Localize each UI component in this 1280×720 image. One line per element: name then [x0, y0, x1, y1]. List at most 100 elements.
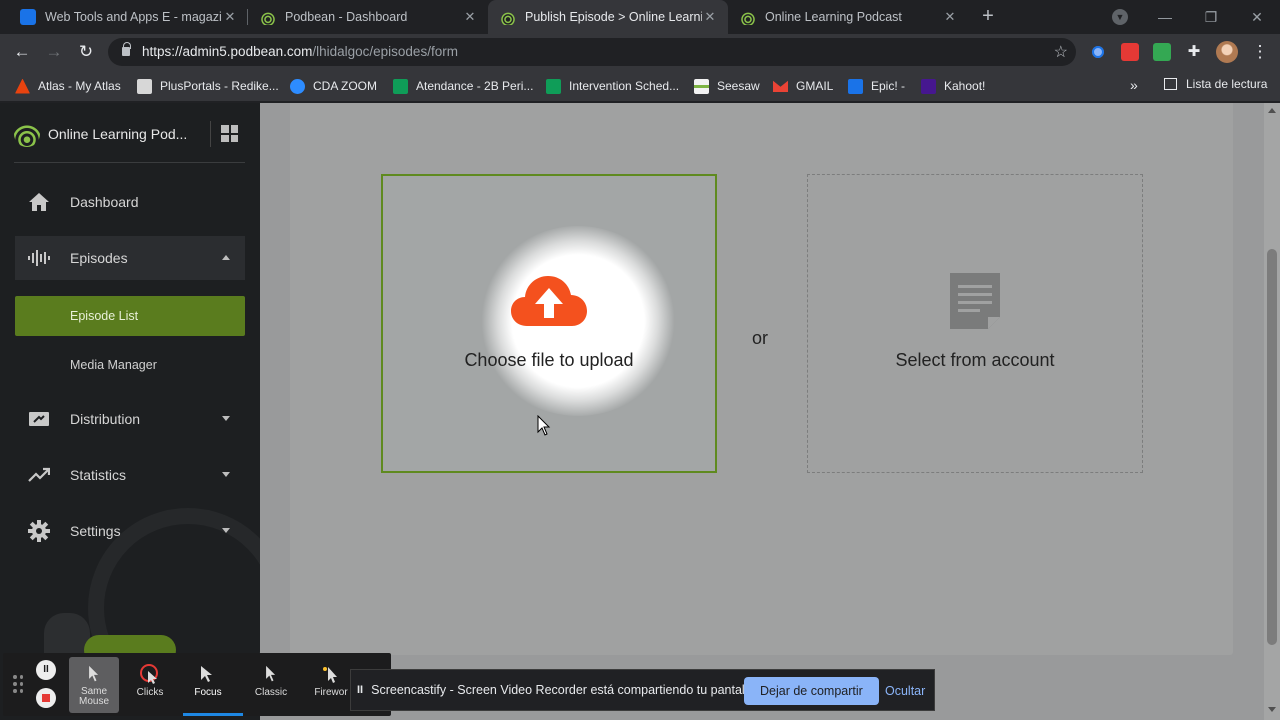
bookmarks-overflow-icon[interactable]: » [1130, 77, 1138, 93]
tab-title: Web Tools and Apps E - magazine [45, 10, 222, 24]
cursor-icon [69, 661, 119, 687]
bookmark-plusportals[interactable]: PlusPortals - Redike... [137, 77, 279, 95]
mouse-cursor-icon [537, 415, 551, 436]
pause-recording-button[interactable]: II [36, 660, 56, 680]
forward-icon[interactable]: → [43, 41, 65, 63]
seesaw-icon [694, 78, 709, 94]
webtools-icon [20, 9, 36, 25]
screencastify-toolbar: II Same Mouse Clicks Focus Classic Firew… [3, 653, 391, 716]
bookmark-atlas[interactable]: Atlas - My Atlas [15, 77, 121, 95]
tool-classic[interactable]: Classic [246, 657, 296, 713]
tab-online-learning-podcast[interactable]: Online Learning Podcast ✕ [728, 0, 968, 34]
avatar[interactable] [1216, 41, 1238, 63]
bookmark-epic[interactable]: Epic! - [848, 77, 905, 95]
sidebar-subitem-media-manager[interactable]: Media Manager [15, 345, 245, 385]
drag-handle-icon[interactable] [13, 675, 23, 693]
stop-sharing-button[interactable]: Dejar de compartir [744, 677, 879, 705]
bookmark-label: Atendance - 2B Peri... [416, 79, 534, 93]
tab-title: Publish Episode > Online Learning [525, 10, 702, 24]
puzzle-icon[interactable]: ✚ [1185, 43, 1203, 61]
scroll-down-icon[interactable] [1268, 707, 1276, 712]
kahoot-icon [921, 78, 936, 94]
window-close-icon[interactable]: ✕ [1234, 0, 1280, 34]
restore-icon[interactable]: ❐ [1188, 0, 1234, 34]
reading-list-icon [1164, 78, 1177, 90]
page-viewport: Online Learning Pod... Dashboard Episode… [0, 103, 1280, 720]
tool-label: Clicks [136, 687, 164, 698]
bookmark-intervention[interactable]: Intervention Sched... [546, 77, 679, 95]
scrollbar-thumb[interactable] [1267, 249, 1277, 645]
url-domain: https://admin5.podbean.com [142, 44, 313, 59]
sidebar-item-distribution[interactable]: Distribution [15, 397, 245, 441]
tab-publish-episode[interactable]: Publish Episode > Online Learning ✕ [488, 0, 728, 34]
sidebar-item-settings[interactable]: Settings [15, 509, 245, 553]
tool-fireworks[interactable]: Firewor [306, 657, 356, 713]
bookmark-seesaw[interactable]: Seesaw [694, 77, 760, 95]
sidebar-item-label: Settings [70, 523, 121, 539]
url-text: https://admin5.podbean.com/lhidalgoc/epi… [142, 44, 458, 59]
close-icon[interactable]: ✕ [222, 9, 238, 25]
close-icon[interactable]: ✕ [462, 9, 478, 25]
bookmark-gmail[interactable]: GMAIL [773, 77, 833, 95]
bookmark-label: Atlas - My Atlas [38, 79, 121, 93]
podcast-brand[interactable]: Online Learning Pod... [14, 119, 187, 149]
sidebar-item-dashboard[interactable]: Dashboard [15, 180, 245, 224]
tool-focus[interactable]: Focus [183, 657, 243, 716]
select-from-account-box[interactable]: Select from account [807, 174, 1143, 473]
page-icon [137, 78, 152, 94]
sidebar-item-episodes[interactable]: Episodes [15, 236, 245, 280]
statistics-icon [27, 463, 51, 487]
scroll-up-icon[interactable] [1268, 108, 1276, 113]
caret-up-icon [222, 255, 230, 260]
cursor-icon [246, 661, 296, 687]
minimize-icon[interactable]: — [1142, 0, 1188, 34]
sidebar-item-statistics[interactable]: Statistics [15, 453, 245, 497]
home-icon [27, 190, 51, 214]
tab-search-icon[interactable]: ▼ [1112, 9, 1128, 25]
tab-title: Podbean - Dashboard [285, 10, 408, 24]
new-tab-icon[interactable]: + [978, 6, 998, 26]
back-icon[interactable]: ← [11, 41, 33, 63]
epic-icon [848, 78, 863, 94]
sidebar-subitem-label: Episode List [70, 309, 139, 323]
select-from-account-label: Select from account [895, 350, 1055, 370]
sidebar-subitem-episode-list[interactable]: Episode List [15, 296, 245, 336]
zoom-icon [290, 78, 305, 94]
bookmark-label: Epic! - [871, 79, 906, 93]
page-scrollbar[interactable] [1264, 103, 1280, 720]
address-bar[interactable]: https://admin5.podbean.com/lhidalgoc/epi… [108, 38, 1076, 66]
gear-icon [27, 519, 51, 543]
fireworks-icon [306, 661, 356, 687]
reload-icon[interactable]: ↻ [75, 41, 97, 63]
tab-podbean-dashboard[interactable]: Podbean - Dashboard ✕ [248, 0, 488, 34]
sidebar-item-label: Statistics [70, 467, 127, 483]
bookmark-cda-zoom[interactable]: CDA ZOOM [290, 77, 377, 95]
hide-notice-button[interactable]: Ocultar [885, 677, 925, 705]
close-icon[interactable]: ✕ [942, 9, 958, 25]
waveform-icon [27, 246, 51, 270]
document-icon [950, 273, 1000, 329]
bookmark-star-icon[interactable]: ☆ [1054, 42, 1068, 62]
bookmark-kahoot[interactable]: Kahoot! [921, 77, 985, 95]
tab-web-tools[interactable]: Web Tools and Apps E - magazine ✕ [8, 0, 248, 34]
bookmark-atendance[interactable]: Atendance - 2B Peri... [393, 77, 533, 95]
apps-grid-icon[interactable] [221, 125, 238, 142]
extension-blocker-icon[interactable] [1089, 43, 1107, 61]
extension-green-icon[interactable] [1153, 43, 1171, 61]
atlas-icon [15, 78, 30, 94]
stop-recording-button[interactable] [36, 688, 56, 708]
bookmark-label: GMAIL [796, 79, 834, 93]
caret-down-icon [222, 416, 230, 421]
bookmark-label: Kahoot! [944, 79, 986, 93]
close-icon[interactable]: ✕ [702, 9, 718, 25]
podcast-name: Online Learning Pod... [48, 126, 188, 142]
reading-list[interactable]: Lista de lectura [1164, 77, 1267, 91]
sidebar: Online Learning Pod... Dashboard Episode… [0, 103, 260, 720]
bookmark-label: Seesaw [717, 79, 760, 93]
screencastify-extension-icon[interactable] [1121, 43, 1139, 61]
tool-same-mouse[interactable]: Same Mouse [69, 657, 119, 713]
sidebar-item-label: Distribution [70, 411, 141, 427]
menu-kebab-icon[interactable]: ⋮ [1249, 41, 1271, 63]
tool-clicks[interactable]: Clicks [125, 657, 175, 713]
podbean-icon [260, 9, 276, 25]
